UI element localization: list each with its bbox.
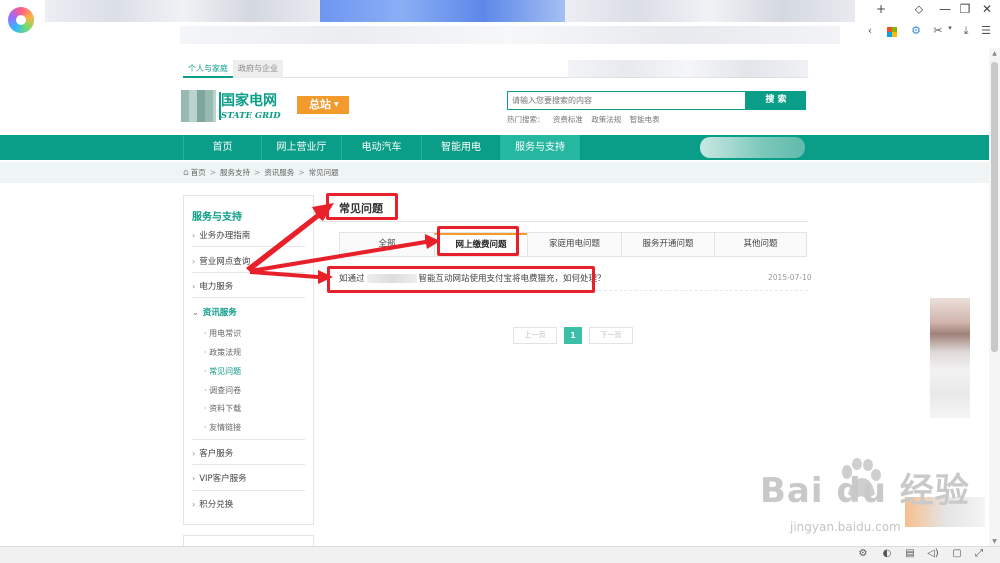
annotation-box-title	[326, 193, 398, 220]
arrow-to-faq	[250, 270, 333, 284]
browser-status-bar: ⚙ ◐ ▤ ◁) ▢ ⤢	[0, 546, 1000, 563]
scroll-up-icon[interactable]: ▲	[991, 50, 998, 57]
blurred-floating-ad	[930, 298, 970, 418]
annotation-box-tab	[437, 226, 519, 256]
fullscreen-icon[interactable]: ⤢	[972, 548, 986, 559]
page-scrollbar[interactable]: ▲ ▼	[989, 48, 1000, 548]
scroll-down-icon[interactable]: ▼	[991, 538, 998, 545]
window-icon[interactable]: ▢	[950, 548, 964, 559]
baidu-watermark-url: jingyan.baidu.com	[790, 520, 901, 534]
annotation-box-faq	[327, 266, 595, 293]
arrow-to-title	[246, 203, 334, 272]
baidu-watermark: Bai du 经验	[760, 471, 970, 511]
scroll-thumb[interactable]	[991, 62, 998, 352]
settings-icon[interactable]: ⚙	[856, 548, 870, 559]
night-mode-icon[interactable]: ◐	[880, 548, 894, 559]
trash-icon[interactable]: ▤	[903, 548, 917, 559]
speaker-icon[interactable]: ◁)	[926, 548, 940, 559]
